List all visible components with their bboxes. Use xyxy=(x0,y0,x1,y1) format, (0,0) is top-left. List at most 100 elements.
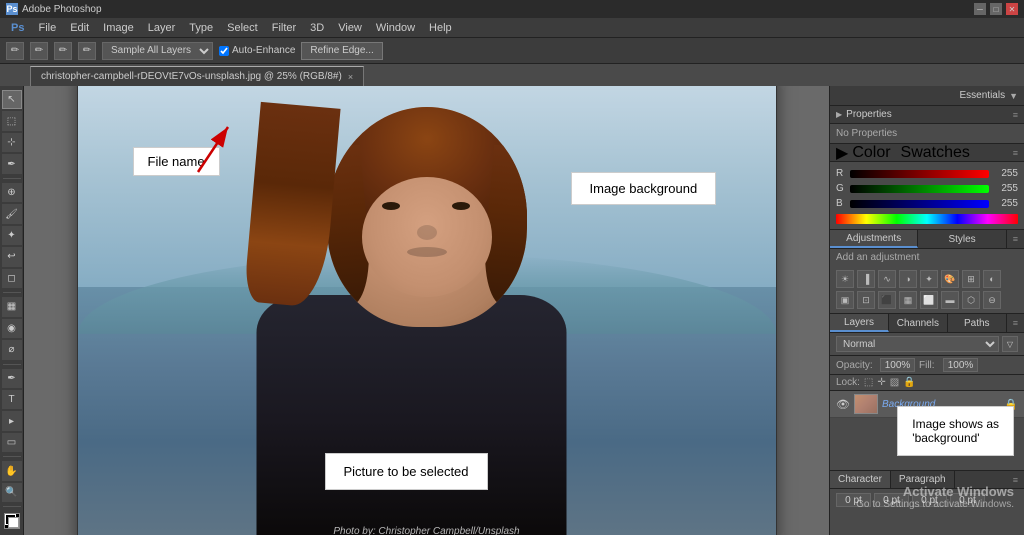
pt-input-3[interactable] xyxy=(912,493,947,507)
adj-levels[interactable]: ▐ xyxy=(857,270,875,288)
layers-filter-btn[interactable]: ▽ xyxy=(1002,336,1018,352)
menu-layer[interactable]: Layer xyxy=(141,18,183,37)
layer-visibility-icon[interactable]: 👁 xyxy=(836,398,850,411)
tool-gradient[interactable]: ▦ xyxy=(2,297,22,316)
adj-invert[interactable]: ⊖ xyxy=(983,291,1001,309)
adj-channel-mixer[interactable]: ⊡ xyxy=(857,291,875,309)
adj-exposure[interactable]: ◑ xyxy=(899,270,917,288)
adj-color-lookup[interactable]: ⬛ xyxy=(878,291,896,309)
adj-bw[interactable]: ◐ xyxy=(983,270,1001,288)
adj-vibrance[interactable]: ✦ xyxy=(920,270,938,288)
menu-help[interactable]: Help xyxy=(422,18,459,37)
adj-posterize[interactable]: ▦ xyxy=(899,291,917,309)
lock-move-icon[interactable]: ✛ xyxy=(877,377,885,388)
adj-selective-color[interactable]: ⬡ xyxy=(962,291,980,309)
opacity-input[interactable] xyxy=(880,358,915,372)
tool-spot-healing[interactable]: ⊕ xyxy=(2,183,22,202)
tool-history-brush[interactable]: ↩ xyxy=(2,247,22,266)
lock-lock-icon[interactable]: 🔒 xyxy=(903,377,915,388)
tool-zoom[interactable]: 🔍 xyxy=(2,483,22,502)
adj-curves[interactable]: ∿ xyxy=(878,270,896,288)
tool-eyedropper[interactable]: ✒ xyxy=(2,154,22,173)
spectrum-bar[interactable] xyxy=(836,214,1018,224)
menu-file[interactable]: File xyxy=(31,18,63,37)
tool-options-icon-2[interactable]: ✏ xyxy=(30,42,48,60)
fill-input[interactable] xyxy=(943,358,978,372)
tool-pen[interactable]: ✒ xyxy=(2,369,22,388)
tool-hand[interactable]: ✋ xyxy=(2,461,22,480)
character-tab[interactable]: Character xyxy=(830,471,891,488)
g-slider[interactable] xyxy=(850,185,989,193)
tool-shape[interactable]: ▭ xyxy=(2,433,22,452)
r-slider[interactable] xyxy=(850,170,989,178)
tool-selection[interactable]: ↖ xyxy=(2,90,22,109)
lock-all-icon[interactable]: ⬚ xyxy=(864,377,873,388)
tool-lasso[interactable]: ⬚ xyxy=(2,111,22,130)
styles-tab[interactable]: Styles xyxy=(918,230,1006,248)
adj-threshold[interactable]: ⬜ xyxy=(920,291,938,309)
tool-options-icon-4[interactable]: ✏ xyxy=(78,42,96,60)
background-color[interactable] xyxy=(8,517,19,528)
channels-tab[interactable]: Channels xyxy=(889,314,948,332)
layers-tab[interactable]: Layers xyxy=(830,314,889,332)
close-button[interactable]: ✕ xyxy=(1006,3,1018,15)
tool-eraser[interactable]: ◻ xyxy=(2,269,22,288)
character-controls xyxy=(830,489,1024,511)
tool-blur[interactable]: ◉ xyxy=(2,319,22,338)
auto-enhance-check[interactable] xyxy=(219,46,229,56)
tool-options-icon-1[interactable]: ✏ xyxy=(6,42,24,60)
paragraph-tab[interactable]: Paragraph xyxy=(891,471,955,488)
adj-brightness[interactable]: ☀ xyxy=(836,270,854,288)
maximize-button[interactable]: □ xyxy=(990,3,1002,15)
pt-input-1[interactable] xyxy=(836,493,871,507)
ps-logo: Ps xyxy=(6,3,18,15)
tab-close-button[interactable]: × xyxy=(348,72,353,82)
auto-enhance-checkbox[interactable]: Auto-Enhance xyxy=(219,45,295,56)
document-tab[interactable]: christopher-campbell-rDEOVtE7vOs-unsplas… xyxy=(30,66,364,86)
menu-select[interactable]: Select xyxy=(220,18,265,37)
menu-image[interactable]: Image xyxy=(96,18,141,37)
adj-gradient-map[interactable]: ▬ xyxy=(941,291,959,309)
color-tab-label[interactable]: Color xyxy=(852,144,890,162)
swatches-tab-label[interactable]: Swatches xyxy=(901,144,970,162)
g-value: 255 xyxy=(993,183,1018,194)
color-menu-icon[interactable]: ≡ xyxy=(1013,148,1018,158)
tool-type[interactable]: T xyxy=(2,390,22,409)
adj-photo-filter[interactable]: ▣ xyxy=(836,291,854,309)
tool-brush[interactable]: 🖌 xyxy=(2,204,22,223)
tool-path-selection[interactable]: ▸ xyxy=(2,411,22,430)
properties-menu-icon[interactable]: ≡ xyxy=(1013,110,1018,120)
menu-type[interactable]: Type xyxy=(182,18,220,37)
menu-window[interactable]: Window xyxy=(369,18,422,37)
tool-crop[interactable]: ⊹ xyxy=(2,133,22,152)
menu-3d[interactable]: 3D xyxy=(303,18,331,37)
lock-image-icon[interactable]: ▨ xyxy=(890,377,899,388)
tool-dodge[interactable]: ⌀ xyxy=(2,340,22,359)
paths-tab[interactable]: Paths xyxy=(948,314,1007,332)
menu-filter[interactable]: Filter xyxy=(265,18,303,37)
adjustments-tab[interactable]: Adjustments xyxy=(830,230,918,248)
color-collapse-arrow[interactable]: ▶ xyxy=(836,143,848,163)
adj-hue-sat[interactable]: 🎨 xyxy=(941,270,959,288)
pt-input-4[interactable] xyxy=(950,493,985,507)
color-sliders: R 255 G 255 B 255 xyxy=(830,162,1024,229)
adjustments-menu-icon[interactable]: ≡ xyxy=(1007,230,1024,248)
blend-mode-select[interactable]: Normal xyxy=(836,336,999,352)
sample-all-layers-select[interactable]: Sample All Layers xyxy=(102,42,213,60)
fill-label: Fill: xyxy=(919,360,939,371)
minimize-button[interactable]: ─ xyxy=(974,3,986,15)
menu-view[interactable]: View xyxy=(331,18,369,37)
menu-ps[interactable]: Ps xyxy=(4,18,31,37)
b-slider[interactable] xyxy=(850,200,989,208)
properties-collapse-arrow[interactable]: ▶ xyxy=(836,110,842,119)
character-menu-icon[interactable]: ≡ xyxy=(1007,471,1024,488)
tool-clone-stamp[interactable]: ✦ xyxy=(2,226,22,245)
color-boxes[interactable] xyxy=(4,513,20,529)
menu-edit[interactable]: Edit xyxy=(63,18,96,37)
pt-input-group-2 xyxy=(874,493,909,507)
adj-color-balance[interactable]: ⊞ xyxy=(962,270,980,288)
tool-options-icon-3[interactable]: ✏ xyxy=(54,42,72,60)
refine-edge-button[interactable]: Refine Edge... xyxy=(301,42,382,60)
layers-menu-icon[interactable]: ≡ xyxy=(1007,314,1024,332)
pt-input-2[interactable] xyxy=(874,493,909,507)
